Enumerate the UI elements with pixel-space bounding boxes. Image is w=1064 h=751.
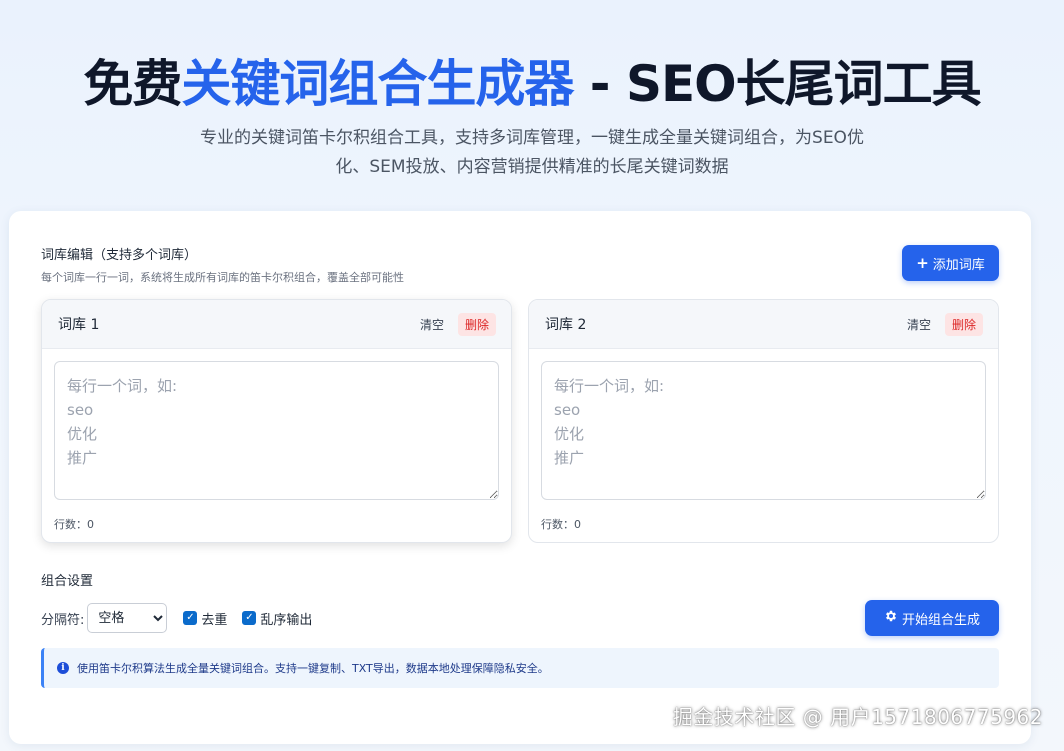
line-count-label: 行数：	[54, 518, 87, 531]
hero-section: 免费关键词组合生成器 - SEO长尾词工具 专业的关键词笛卡尔积组合工具，支持多…	[0, 52, 1064, 182]
gear-icon	[884, 609, 898, 627]
separator-label: 分隔符:	[41, 612, 85, 628]
clear-button[interactable]: 清空	[907, 316, 931, 333]
library-textarea[interactable]	[541, 361, 986, 500]
generate-button[interactable]: 开始组合生成	[865, 600, 999, 636]
dedupe-label: 去重	[201, 612, 228, 628]
info-banner: i 使用笛卡尔积算法生成全量关键词组合。支持一键复制、TXT导出，数据本地处理保…	[41, 648, 999, 688]
page-title: 免费关键词组合生成器 - SEO长尾词工具	[0, 52, 1064, 116]
library-name: 词库 2	[545, 317, 587, 333]
editor-title: 词库编辑（支持多个词库）	[41, 248, 198, 263]
shuffle-checkbox[interactable]: ✓ 乱序输出	[242, 609, 312, 628]
title-accent: 关键词组合生成器	[181, 55, 574, 113]
library-textarea[interactable]	[54, 361, 499, 500]
line-count-value: 0	[87, 518, 94, 531]
watermark: 掘金技术社区 @ 用户1571806775962	[672, 705, 1043, 729]
main-card: 词库编辑（支持多个词库） 每个词库一行一词，系统将生成所有词库的笛卡尔积组合，覆…	[9, 211, 1031, 744]
delete-button[interactable]: 删除	[457, 312, 496, 336]
clear-button[interactable]: 清空	[420, 316, 444, 333]
settings-row: 分隔符: 空格 ✓ 去重 ✓ 乱序输出	[41, 603, 327, 633]
library-header: 词库 1 清空 删除	[42, 300, 511, 349]
shuffle-label: 乱序输出	[260, 612, 313, 628]
line-count: 行数：0	[541, 516, 581, 532]
page-subtitle: 专业的关键词笛卡尔积组合工具，支持多词库管理，一键生成全量关键词组合，为SEO优…	[200, 128, 864, 177]
checkmark-icon: ✓	[242, 611, 257, 625]
add-library-label: 添加词库	[932, 257, 985, 273]
line-count-label: 行数：	[541, 518, 574, 531]
checkmark-icon: ✓	[183, 611, 198, 625]
line-count: 行数：0	[54, 516, 94, 532]
generate-label: 开始组合生成	[901, 612, 980, 628]
plus-icon: +	[916, 253, 929, 272]
title-part-2: - SEO长尾词工具	[573, 55, 982, 113]
settings-title: 组合设置	[41, 574, 94, 589]
separator-select[interactable]: 空格	[87, 603, 168, 633]
info-icon: i	[57, 662, 69, 674]
title-part-1: 免费	[83, 55, 182, 113]
library-panel-2: 词库 2 清空 删除 行数：0	[528, 299, 999, 543]
add-library-button[interactable]: + 添加词库	[902, 245, 999, 281]
info-text: 使用笛卡尔积算法生成全量关键词组合。支持一键复制、TXT导出，数据本地处理保障隐…	[77, 662, 549, 675]
delete-button[interactable]: 删除	[944, 312, 983, 336]
dedupe-checkbox[interactable]: ✓ 去重	[183, 609, 227, 628]
library-panel-1: 词库 1 清空 删除 行数：0	[41, 299, 512, 543]
editor-description: 每个词库一行一词，系统将生成所有词库的笛卡尔积组合，覆盖全部可能性	[41, 271, 404, 284]
library-name: 词库 1	[58, 317, 100, 333]
library-header: 词库 2 清空 删除	[529, 300, 998, 349]
line-count-value: 0	[574, 518, 581, 531]
